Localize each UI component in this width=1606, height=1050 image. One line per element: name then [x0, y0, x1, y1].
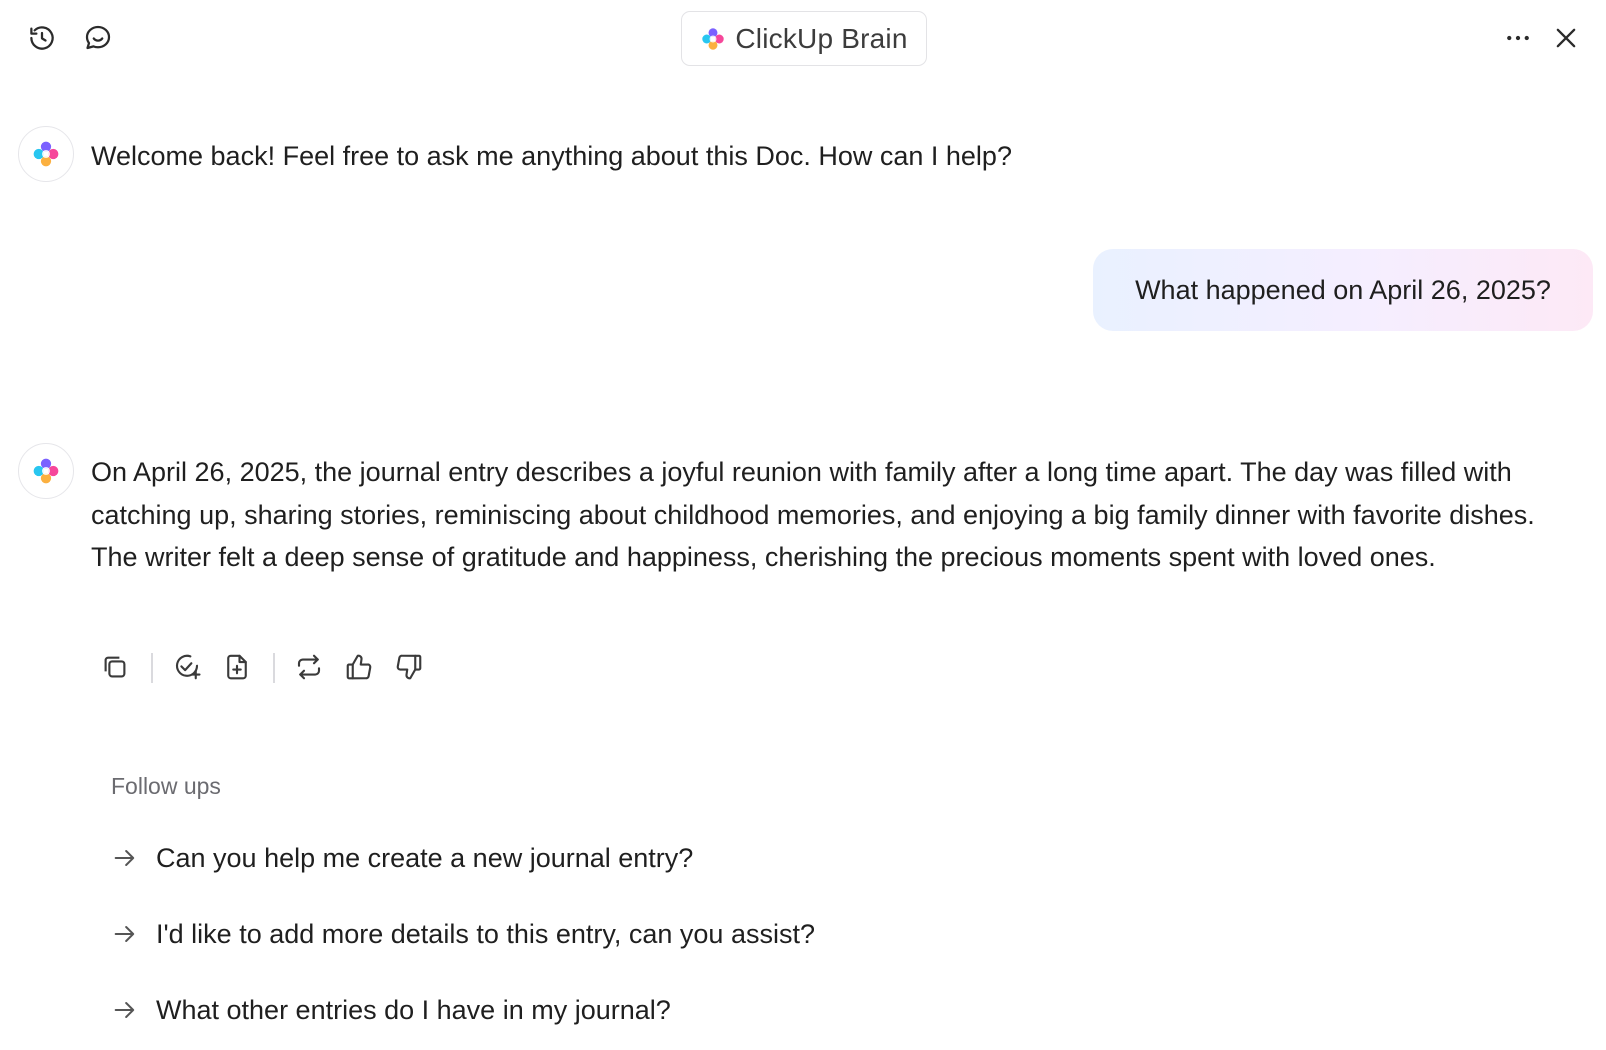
user-message-text: What happened on April 26, 2025?	[1135, 274, 1551, 305]
create-task-icon[interactable]	[167, 647, 207, 687]
welcome-message: Welcome back! Feel free to ask me anythi…	[91, 141, 1012, 171]
clickup-brain-logo-icon	[702, 27, 725, 50]
history-icon[interactable]	[22, 18, 62, 58]
clickup-brain-panel: ClickUp Brain Welcome back! Feel free to…	[0, 0, 1606, 1050]
thumbs-up-icon[interactable]	[339, 647, 379, 687]
followup-item[interactable]: I'd like to add more details to this ent…	[108, 912, 815, 956]
clickup-brain-logo-icon	[33, 458, 59, 484]
divider	[151, 653, 153, 683]
more-horizontal-icon[interactable]	[1498, 18, 1538, 58]
copy-icon[interactable]	[95, 647, 135, 687]
add-to-doc-icon[interactable]	[217, 647, 257, 687]
arrow-right-icon	[108, 917, 142, 951]
followup-item[interactable]: Can you help me create a new journal ent…	[108, 836, 693, 880]
brain-avatar	[18, 126, 74, 182]
followup-text: I'd like to add more details to this ent…	[156, 918, 815, 949]
user-message-bubble: What happened on April 26, 2025?	[1093, 249, 1593, 331]
assistant-answer: On April 26, 2025, the journal entry des…	[91, 457, 1535, 572]
divider	[273, 653, 275, 683]
thumbs-down-icon[interactable]	[389, 647, 429, 687]
brain-avatar	[18, 443, 74, 499]
title-pill: ClickUp Brain	[681, 11, 927, 66]
clickup-brain-logo-icon	[33, 141, 59, 167]
panel-title: ClickUp Brain	[735, 22, 908, 54]
followup-text: What other entries do I have in my journ…	[156, 994, 671, 1025]
followups-label: Follow ups	[111, 773, 221, 799]
followup-text: Can you help me create a new journal ent…	[156, 842, 694, 873]
followup-item[interactable]: What other entries do I have in my journ…	[108, 988, 671, 1032]
new-chat-icon[interactable]	[78, 18, 118, 58]
arrow-right-icon	[108, 993, 142, 1027]
arrow-right-icon	[108, 841, 142, 875]
close-icon[interactable]	[1546, 18, 1586, 58]
regenerate-icon[interactable]	[289, 647, 329, 687]
